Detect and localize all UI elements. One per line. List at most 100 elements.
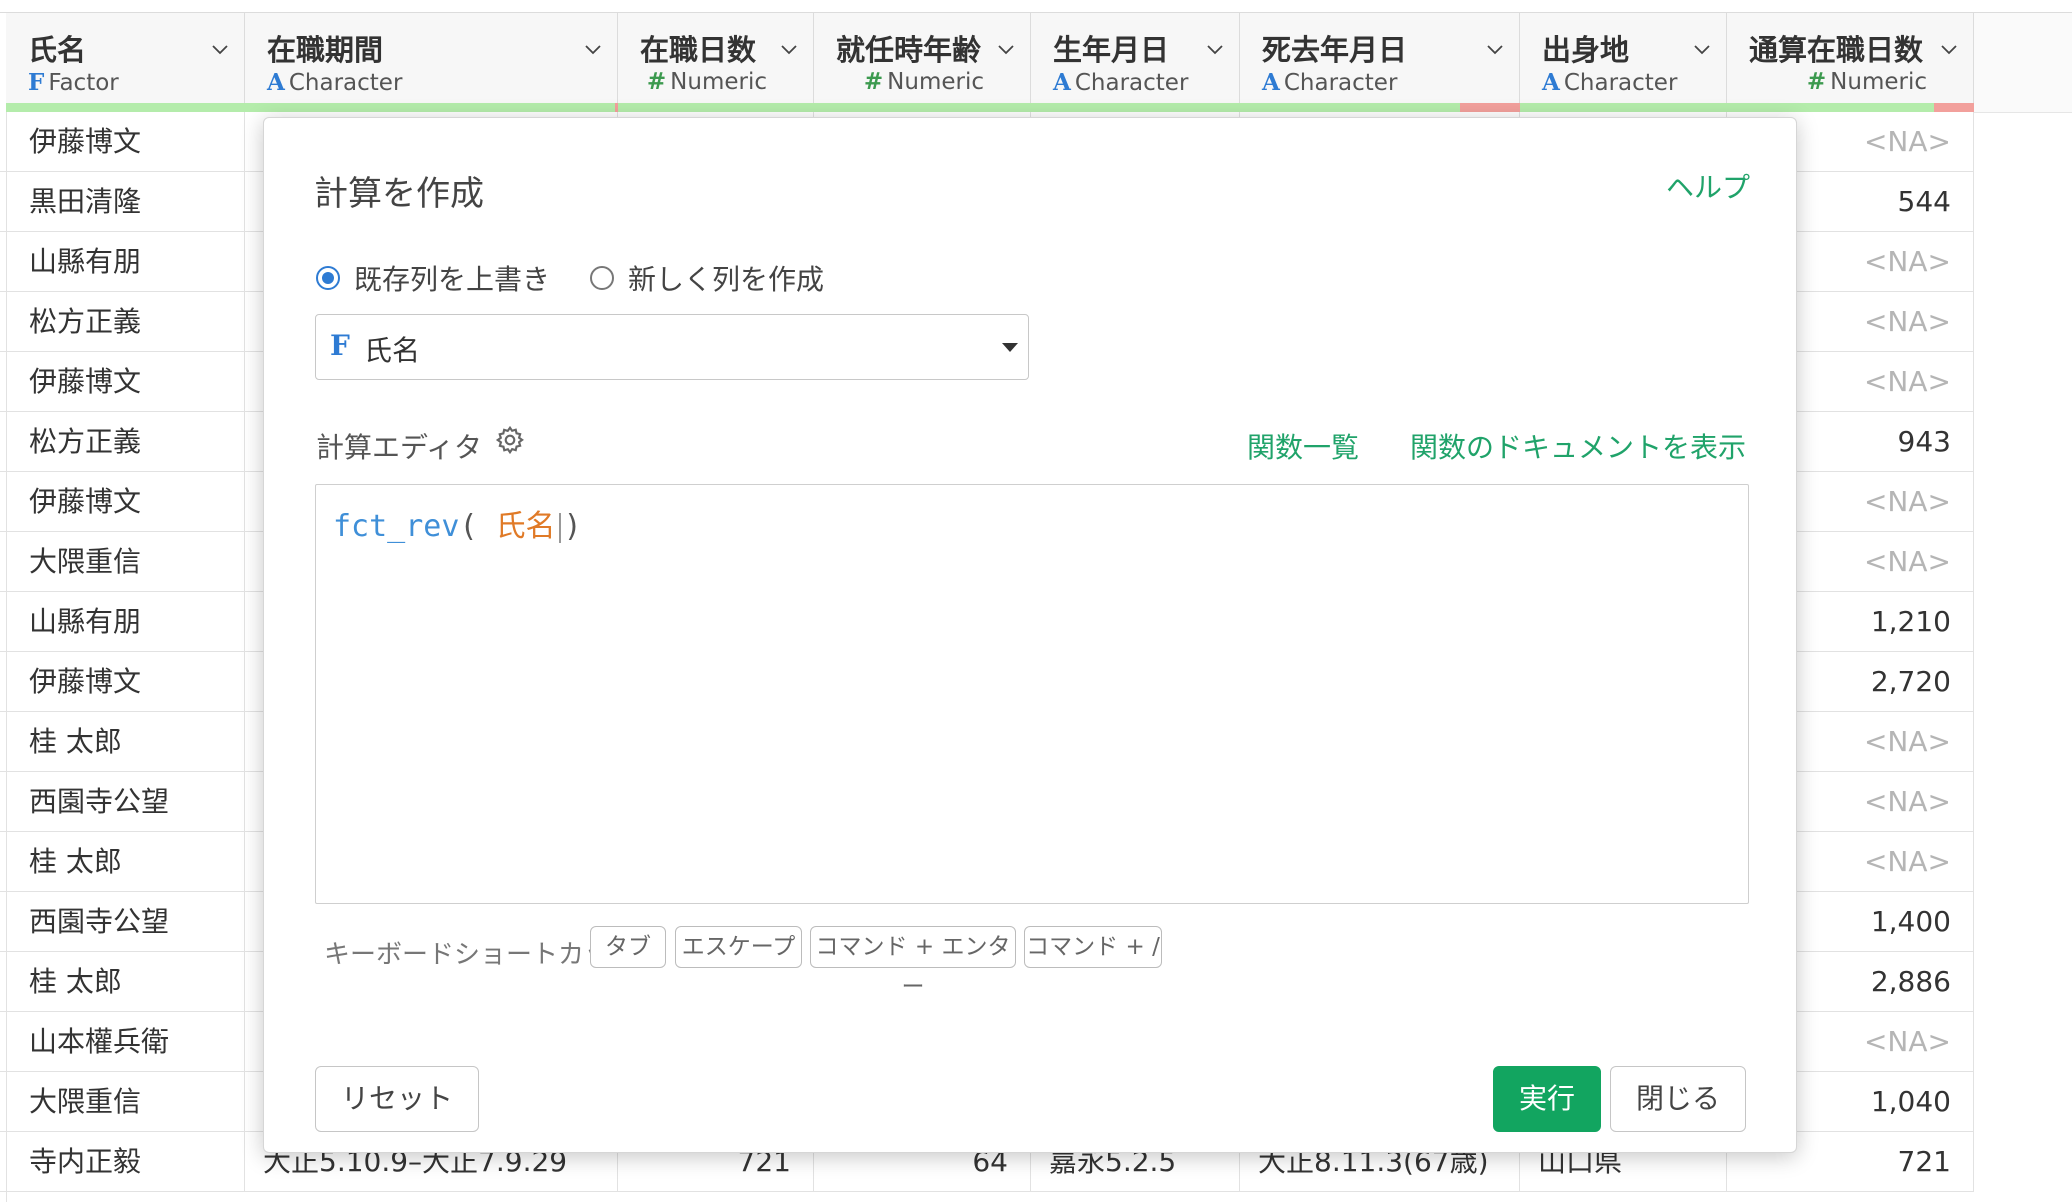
column-quality-bar	[1727, 103, 1974, 112]
column-type-label: Numeric	[1830, 69, 1927, 95]
radio-overwrite-column[interactable]: 既存列を上書き	[316, 258, 550, 298]
chevron-down-icon[interactable]	[998, 41, 1014, 57]
function-docs-link[interactable]: 関数のドキュメントを表示	[1410, 426, 1746, 466]
radio-checked-icon[interactable]	[316, 266, 340, 290]
column-type-label: Numeric	[887, 69, 984, 95]
selected-column-value: 氏名	[364, 334, 421, 367]
column-type: A Character	[1053, 69, 1188, 96]
column-quality-bar	[814, 103, 1031, 112]
shortcut-escape: エスケープ	[675, 926, 802, 968]
column-type: F Factor	[28, 69, 119, 96]
text-cursor	[558, 512, 561, 543]
function-list-link[interactable]: 関数一覧	[1247, 426, 1359, 466]
code-argument: 氏名	[495, 509, 556, 544]
column-type-icon: #	[1806, 69, 1827, 95]
chevron-down-icon[interactable]	[585, 41, 601, 57]
cell-name[interactable]: 黒田清隆	[0, 172, 245, 232]
column-header-1[interactable]: 在職期間 A Character	[245, 13, 618, 112]
editor-code-line: fct_rev( 氏名)	[333, 501, 582, 545]
gear-icon[interactable]	[494, 424, 526, 456]
create-calculation-dialog: 計算を作成 ヘルプ 既存列を上書き 新しく列を作成 F 氏名 計算エディタ 関数…	[263, 117, 1797, 1153]
column-type: A Character	[267, 69, 402, 96]
row-gutter	[0, 112, 7, 1202]
column-header-name: 死去年月日	[1262, 33, 1408, 67]
cell-name[interactable]: 桂 太郎	[0, 712, 245, 772]
column-type-icon: A	[1053, 69, 1071, 96]
column-type-icon: A	[1542, 69, 1560, 96]
cell-name[interactable]: 西園寺公望	[0, 772, 245, 832]
help-link[interactable]: ヘルプ	[1666, 166, 1750, 206]
shortcut-cmd-slash: コマンド + /	[1024, 926, 1162, 968]
cell-name[interactable]: 松方正義	[0, 292, 245, 352]
column-type-label: Character	[1563, 70, 1678, 96]
chevron-down-icon[interactable]	[1694, 41, 1710, 57]
column-quality-bar	[1240, 103, 1520, 112]
column-header-4[interactable]: 生年月日 A Character	[1031, 13, 1240, 112]
column-quality-bar	[1520, 103, 1727, 112]
run-button[interactable]: 実行	[1493, 1066, 1601, 1132]
cell-name[interactable]: 山本權兵衛	[0, 1012, 245, 1072]
column-header-name: 就任時年齢	[836, 33, 982, 67]
code-paren-close: )	[563, 509, 582, 544]
column-header-name: 氏名	[28, 33, 87, 67]
column-header-name: 出身地	[1542, 33, 1630, 67]
cell-name[interactable]: 伊藤博文	[0, 472, 245, 532]
shortcut-tab: タブ	[590, 926, 666, 968]
column-header-0[interactable]: 氏名 F Factor	[6, 13, 245, 112]
column-type: # Numeric	[864, 69, 984, 95]
column-header-6[interactable]: 出身地 A Character	[1520, 13, 1727, 112]
column-header-2[interactable]: 在職日数 # Numeric	[618, 13, 814, 112]
cell-name[interactable]: 山縣有朋	[0, 592, 245, 652]
chevron-down-icon[interactable]	[1207, 41, 1223, 57]
column-type: # Numeric	[1807, 69, 1927, 95]
column-type-label: Factor	[48, 70, 119, 96]
cell-name[interactable]: 桂 太郎	[0, 832, 245, 892]
column-type-label: Numeric	[670, 69, 767, 95]
chevron-down-icon[interactable]	[212, 41, 228, 57]
column-type: A Character	[1542, 69, 1677, 96]
reset-button[interactable]: リセット	[315, 1066, 479, 1132]
column-type: A Character	[1262, 69, 1397, 96]
column-header-3[interactable]: 就任時年齢 # Numeric	[814, 13, 1031, 112]
factor-type-icon: F	[330, 329, 350, 362]
target-column-select[interactable]: F 氏名	[315, 314, 1029, 380]
code-paren-open: (	[459, 509, 478, 544]
cell-name[interactable]: 西園寺公望	[0, 892, 245, 952]
chevron-down-icon[interactable]	[781, 41, 797, 57]
header-filler	[1974, 13, 2072, 113]
column-type-label: Character	[1074, 70, 1189, 96]
column-header-name: 通算在職日数	[1749, 33, 1924, 67]
radio-overwrite-label: 既存列を上書き	[354, 263, 551, 296]
editor-label: 計算エディタ	[316, 431, 483, 464]
cell-name[interactable]: 大隈重信	[0, 532, 245, 592]
column-header-7[interactable]: 通算在職日数 # Numeric	[1727, 13, 1974, 112]
column-type-icon: F	[28, 69, 45, 96]
dropdown-caret-icon[interactable]	[1002, 343, 1018, 352]
code-function: fct_rev	[333, 509, 460, 544]
column-type-label: Character	[1283, 70, 1398, 96]
cell-name[interactable]: 山縣有朋	[0, 232, 245, 292]
cell-name[interactable]: 桂 太郎	[0, 952, 245, 1012]
cell-name[interactable]: 伊藤博文	[0, 352, 245, 412]
cell-name[interactable]: 大隈重信	[0, 1072, 245, 1132]
column-type-label: Character	[288, 70, 403, 96]
cell-name[interactable]: 伊藤博文	[0, 112, 245, 172]
cell-name[interactable]: 伊藤博文	[0, 652, 245, 712]
column-quality-missing	[1934, 103, 1974, 112]
cell-name[interactable]: 寺内正毅	[0, 1132, 245, 1192]
shortcut-cmd-enter: コマンド + エンター	[810, 926, 1016, 1000]
column-header-5[interactable]: 死去年月日 A Character	[1240, 13, 1520, 112]
close-button[interactable]: 閉じる	[1610, 1066, 1746, 1132]
chevron-down-icon[interactable]	[1941, 41, 1957, 57]
column-type-icon: #	[646, 69, 667, 95]
chevron-down-icon[interactable]	[1487, 41, 1503, 57]
radio-new-column[interactable]: 新しく列を作成	[590, 258, 824, 298]
calculation-editor[interactable]: fct_rev( 氏名)	[315, 484, 1749, 904]
cell-name[interactable]: 松方正義	[0, 412, 245, 472]
dialog-title: 計算を作成	[314, 174, 484, 214]
column-header-name: 生年月日	[1053, 33, 1170, 67]
column-header-name: 在職期間	[267, 33, 384, 67]
radio-unchecked-icon[interactable]	[590, 266, 615, 290]
column-quality-missing	[1460, 103, 1520, 112]
column-type-icon: A	[1262, 69, 1280, 96]
